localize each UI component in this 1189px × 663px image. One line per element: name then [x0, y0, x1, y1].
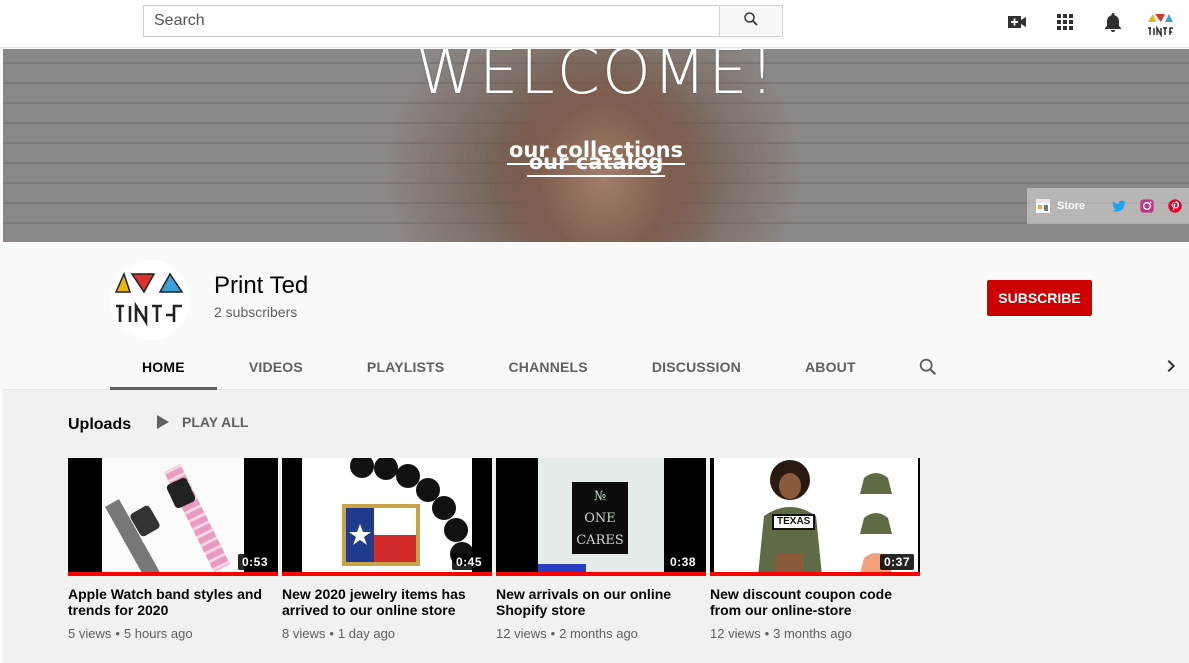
- store-icon: [1036, 199, 1050, 213]
- twitter-icon: [1112, 200, 1126, 212]
- shirt-line: CARES: [576, 533, 624, 548]
- banner-links: Store: [1027, 188, 1189, 224]
- watched-progress-bar: [710, 572, 920, 576]
- video-grid: 0:53 Apple Watch band styles and trends …: [68, 458, 920, 641]
- separator-dot: •: [115, 626, 120, 641]
- account-avatar[interactable]: [1145, 8, 1177, 40]
- channel-search-button[interactable]: [900, 344, 956, 390]
- upload-age: 3 months ago: [773, 626, 852, 641]
- video-card: 0:45 New 2020 jewelry items has arrived …: [282, 458, 492, 641]
- store-label: Store: [1057, 200, 1086, 212]
- video-thumbnail[interactable]: TEXAS 0:37: [710, 458, 920, 576]
- video-thumbnail[interactable]: 0:45: [282, 458, 492, 576]
- shirt-line: №: [593, 489, 607, 504]
- tab-playlists[interactable]: PLAYLISTS: [335, 344, 477, 390]
- video-title[interactable]: New arrivals on our online Shopify store: [496, 586, 706, 618]
- banner-welcome-text: WELCOME!: [415, 49, 777, 108]
- create-video-button[interactable]: [993, 4, 1041, 44]
- separator-dot: •: [550, 626, 556, 641]
- instagram-link[interactable]: [1133, 188, 1161, 224]
- channel-avatar[interactable]: [110, 260, 190, 340]
- video-duration: 0:45: [451, 554, 486, 570]
- watched-progress-bar: [282, 572, 492, 576]
- apps-icon: [1053, 10, 1077, 39]
- video-meta: 12 views • 2 months ago: [496, 626, 706, 641]
- video-thumbnail[interactable]: № ONE CARES 0:38: [496, 458, 706, 576]
- pinterest-link[interactable]: [1161, 188, 1189, 224]
- channel-header: Print Ted 2 subscribers SUBSCRIBE HOME V…: [3, 242, 1189, 390]
- view-count: 8 views: [282, 626, 326, 641]
- video-meta: 8 views • 1 day ago: [282, 626, 492, 641]
- upload-age: 1 day ago: [337, 626, 396, 641]
- shelf-title[interactable]: Uploads: [68, 416, 131, 434]
- store-link[interactable]: Store: [1027, 198, 1105, 214]
- instagram-icon: [1140, 199, 1154, 213]
- subscriber-count: 2 subscribers: [214, 304, 298, 320]
- play-all-label: PLAY ALL: [182, 414, 249, 430]
- thumbnail-image: [302, 458, 472, 576]
- thumbnail-image: № ONE CARES: [538, 458, 664, 576]
- tabs-scroll-right-button[interactable]: [1159, 354, 1183, 378]
- video-thumbnail[interactable]: 0:53: [68, 458, 278, 576]
- shirt-line: ONE: [584, 511, 616, 526]
- video-duration: 0:53: [237, 554, 272, 570]
- video-card: TEXAS 0:37 New discount coupon code from…: [710, 458, 920, 641]
- notifications-button[interactable]: [1089, 4, 1137, 44]
- upload-age: 2 months ago: [559, 626, 638, 641]
- video-title[interactable]: New discount coupon code from our online…: [710, 586, 920, 618]
- print-ted-logo-icon: [1148, 14, 1173, 38]
- print-ted-logo-icon: [114, 271, 184, 327]
- tab-channels[interactable]: CHANNELS: [476, 344, 619, 390]
- video-card: 0:53 Apple Watch band styles and trends …: [68, 458, 278, 641]
- search-icon: [742, 10, 760, 33]
- search-input[interactable]: [143, 5, 719, 37]
- home-content: Uploads PLAY ALL 0:53 Apple Watch band s…: [3, 390, 1189, 663]
- view-count: 5 views: [68, 626, 112, 641]
- channel-tabs: HOME VIDEOS PLAYLISTS CHANNELS DISCUSSIO…: [110, 344, 956, 390]
- hoodie-print-text: TEXAS: [772, 514, 816, 530]
- pinterest-icon: [1168, 199, 1182, 213]
- subscribe-button[interactable]: SUBSCRIBE: [987, 280, 1092, 316]
- separator-dot: •: [329, 626, 334, 641]
- separator-dot: •: [764, 626, 770, 641]
- channel-banner: WELCOME! our collections our catalog Sto…: [3, 49, 1189, 242]
- top-right-icons: [993, 0, 1189, 48]
- notifications-icon: [1101, 10, 1125, 39]
- shirt-print-text: № ONE CARES: [572, 486, 628, 552]
- apps-button[interactable]: [1041, 4, 1089, 44]
- banner-link-catalog-label: our catalog: [526, 150, 666, 177]
- search-button[interactable]: [719, 5, 783, 37]
- tab-about[interactable]: ABOUT: [773, 344, 888, 390]
- view-count: 12 views: [496, 626, 547, 641]
- video-duration: 0:37: [879, 554, 914, 570]
- create-video-icon: [1005, 10, 1029, 39]
- video-meta: 12 views • 3 months ago: [710, 626, 920, 641]
- watched-progress-bar: [68, 572, 278, 576]
- upload-age: 5 hours ago: [123, 626, 193, 641]
- play-icon: [157, 415, 169, 429]
- video-meta: 5 views • 5 hours ago: [68, 626, 278, 641]
- search-icon: [919, 358, 936, 376]
- video-title[interactable]: Apple Watch band styles and trends for 2…: [68, 586, 278, 618]
- video-card: № ONE CARES 0:38 New arrivals on our onl…: [496, 458, 706, 641]
- channel-name: Print Ted: [214, 272, 309, 299]
- video-duration: 0:38: [665, 554, 700, 570]
- tab-videos[interactable]: VIDEOS: [217, 344, 335, 390]
- view-count: 12 views: [710, 626, 761, 641]
- tab-home[interactable]: HOME: [110, 344, 217, 390]
- watched-progress-bar: [496, 572, 706, 576]
- masthead: [0, 0, 1189, 48]
- chevron-right-icon: [1167, 359, 1176, 373]
- video-title[interactable]: New 2020 jewelry items has arrived to ou…: [282, 586, 492, 618]
- banner-link-catalog[interactable]: our catalog: [3, 150, 1189, 177]
- tab-discussion[interactable]: DISCUSSION: [620, 344, 773, 390]
- play-all-button[interactable]: PLAY ALL: [156, 414, 248, 430]
- search-box: [143, 5, 783, 37]
- thumbnail-image: [102, 458, 244, 576]
- twitter-link[interactable]: [1105, 188, 1133, 224]
